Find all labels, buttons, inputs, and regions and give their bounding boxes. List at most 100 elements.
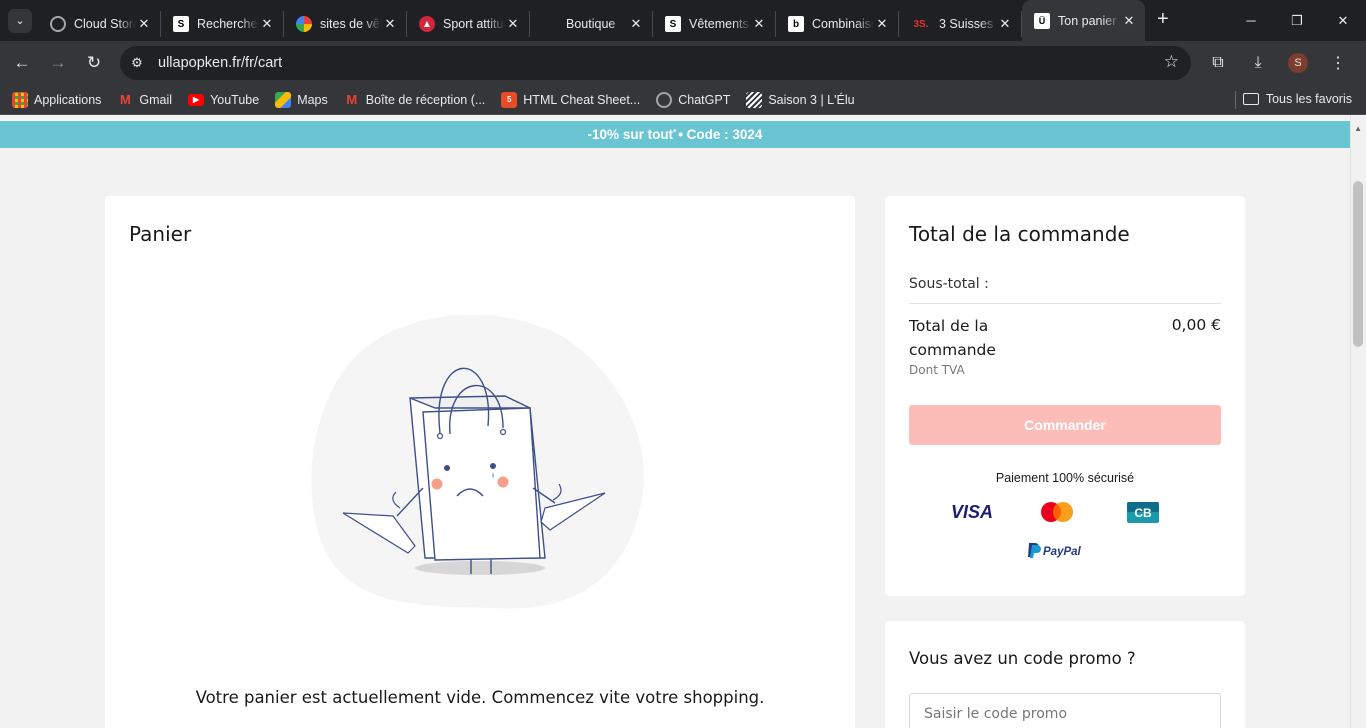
google-icon xyxy=(296,16,312,32)
cb-logo-text: CB xyxy=(1134,506,1152,520)
stripes-icon xyxy=(746,91,763,108)
folder-icon xyxy=(1242,93,1259,105)
close-tab-icon[interactable]: ✕ xyxy=(628,16,644,32)
bookmark-label: HTML Cheat Sheet... xyxy=(523,92,641,107)
scrollbar-thumb[interactable] xyxy=(1353,181,1363,347)
b-logo-icon: b xyxy=(788,16,804,32)
tab-recherche[interactable]: S Recherche ✕ xyxy=(161,11,284,37)
bookmark-inbox[interactable]: M Boîte de réception (... xyxy=(344,92,486,108)
new-tab-button[interactable]: + xyxy=(1157,8,1169,31)
ullapopken-icon: Ü xyxy=(1034,12,1050,29)
order-summary-panel: Total de la commande Sous-total : Total … xyxy=(885,196,1245,596)
tab-title: 3 Suisses | xyxy=(939,17,997,31)
minimize-icon[interactable]: ─ xyxy=(1228,0,1274,41)
banner-code: • Code : 3024 xyxy=(678,127,763,142)
visa-logo-icon: VISA xyxy=(951,502,993,522)
close-tab-icon[interactable]: ✕ xyxy=(259,16,275,32)
close-tab-icon[interactable]: ✕ xyxy=(1121,13,1137,29)
tab-title: sites de vêtements xyxy=(320,17,382,31)
paypal-logo-icon: PayPal xyxy=(1028,543,1082,558)
tab-sport-attitude[interactable]: ▲ Sport attitude ✕ xyxy=(407,11,530,37)
promo-banner[interactable]: -10% sur tout * • Code : 3024 xyxy=(0,121,1350,148)
tab-vetements[interactable]: S Vêtements ✕ xyxy=(653,11,776,37)
bookmark-html-cheat-sheet[interactable]: 5 HTML Cheat Sheet... xyxy=(501,91,641,108)
toolbar-actions: ⧉ ⤓ S ⋮ xyxy=(1200,45,1356,81)
mastercard-logo-icon xyxy=(1041,502,1073,522)
bookmark-youtube[interactable]: ▶ YouTube xyxy=(188,93,259,107)
promo-code-input[interactable] xyxy=(909,693,1221,728)
banner-text: -10% sur tout xyxy=(587,127,674,142)
total-value: 0,00 € xyxy=(1171,316,1221,334)
tab-3-suisses[interactable]: 3S. 3 Suisses | ✕ xyxy=(899,11,1022,37)
extensions-icon[interactable]: ⧉ xyxy=(1200,45,1236,81)
tab-ton-panier[interactable]: Ü Ton panier ✕ xyxy=(1022,0,1145,41)
bookmark-gmail[interactable]: M Gmail xyxy=(117,92,172,108)
cart-title: Panier xyxy=(129,222,192,246)
youtube-icon: ▶ xyxy=(188,93,205,106)
bookmark-applications[interactable]: Applications xyxy=(12,91,102,108)
bookmark-saison-3[interactable]: Saison 3 | L'Élu xyxy=(746,91,855,108)
bookmark-label: Saison 3 | L'Élu xyxy=(768,92,855,107)
order-button[interactable]: Commander xyxy=(909,405,1221,445)
all-bookmarks-button[interactable]: Tous les favoris xyxy=(1242,92,1352,106)
browser-toolbar: ← → ↻ ⚙ ullapopken.fr/fr/cart ☆ ⧉ ⤓ S ⋮ xyxy=(0,41,1366,85)
all-bookmarks-label: Tous les favoris xyxy=(1265,92,1352,106)
visa-logo-text: VISA xyxy=(951,502,993,522)
back-icon[interactable]: ← xyxy=(4,45,40,81)
tab-title: Boutique xyxy=(566,17,616,31)
close-window-icon[interactable]: ✕ xyxy=(1320,0,1366,41)
menu-kebab-icon[interactable]: ⋮ xyxy=(1320,45,1356,81)
page-scrollbar[interactable]: ▲ xyxy=(1350,115,1366,728)
restore-icon[interactable]: ❐ xyxy=(1274,0,1320,41)
bookmark-label: Gmail xyxy=(139,92,173,107)
subtotal-label: Sous-total : xyxy=(909,276,989,292)
promo-code-panel: Vous avez un code promo ? xyxy=(885,621,1245,728)
cart-panel: Panier Votre panier est actuellement vid… xyxy=(105,196,855,728)
tab-sites-de-vetements[interactable]: sites de vêtements ✕ xyxy=(284,11,407,37)
profile-button[interactable]: S xyxy=(1280,45,1316,81)
apps-grid-icon xyxy=(12,91,28,108)
close-tab-icon[interactable]: ✕ xyxy=(382,16,398,32)
cb-logo-icon: CB xyxy=(1127,502,1159,523)
bookmark-star-icon[interactable]: ☆ xyxy=(1164,52,1179,72)
site-settings-icon[interactable]: ⚙ xyxy=(124,50,150,76)
tab-title: Cloud Storage xyxy=(74,17,136,31)
url-text[interactable]: ullapopken.fr/fr/cart xyxy=(158,55,282,71)
bookmark-label: Applications xyxy=(34,92,102,107)
chatgpt-icon xyxy=(656,91,673,108)
scroll-up-icon[interactable]: ▲ xyxy=(1354,124,1362,133)
tab-strip: Cloud Storage ✕ S Recherche ✕ sites de v… xyxy=(38,0,1145,41)
empty-bag-illustration xyxy=(311,314,644,609)
close-tab-icon[interactable]: ✕ xyxy=(505,16,521,32)
bookmark-label: Boîte de réception (... xyxy=(365,92,486,107)
tab-search-button[interactable]: ⌄ xyxy=(8,8,32,33)
download-icon[interactable]: ⤓ xyxy=(1240,45,1276,81)
forward-icon[interactable]: → xyxy=(40,45,76,81)
html-icon: 5 xyxy=(501,91,518,108)
s-logo-icon: S xyxy=(173,16,189,32)
close-tab-icon[interactable]: ✕ xyxy=(997,16,1013,32)
bookmark-chatgpt[interactable]: ChatGPT xyxy=(656,91,731,108)
address-bar[interactable]: ⚙ ullapopken.fr/fr/cart ☆ xyxy=(120,46,1191,80)
bookmark-maps[interactable]: Maps xyxy=(275,91,328,108)
bookmarks-divider xyxy=(1235,91,1236,109)
3s-icon: 3S. xyxy=(913,18,929,30)
close-tab-icon[interactable]: ✕ xyxy=(751,16,767,32)
reload-icon[interactable]: ↻ xyxy=(76,45,112,81)
avatar: S xyxy=(1288,53,1308,73)
tab-title: Combinaisons xyxy=(812,17,874,31)
tab-cloud-storage[interactable]: Cloud Storage ✕ xyxy=(38,11,161,37)
tab-title: Ton panier xyxy=(1058,13,1117,28)
close-tab-icon[interactable]: ✕ xyxy=(874,16,890,32)
tab-title: Recherche xyxy=(197,17,258,31)
bookmark-label: ChatGPT xyxy=(678,92,731,107)
close-tab-icon[interactable]: ✕ xyxy=(136,16,152,32)
sport-icon: ▲ xyxy=(419,16,435,32)
tab-bar: ⌄ Cloud Storage ✕ S Recherche ✕ sites de… xyxy=(0,0,1366,41)
s-logo-icon: S xyxy=(665,16,681,32)
tab-combinaisons[interactable]: b Combinaisons ✕ xyxy=(776,11,899,37)
tab-boutique[interactable]: Boutique ✕ xyxy=(530,11,653,37)
maps-icon xyxy=(275,91,292,108)
bookmark-label: Maps xyxy=(297,92,328,107)
bookmark-label: YouTube xyxy=(210,92,260,107)
